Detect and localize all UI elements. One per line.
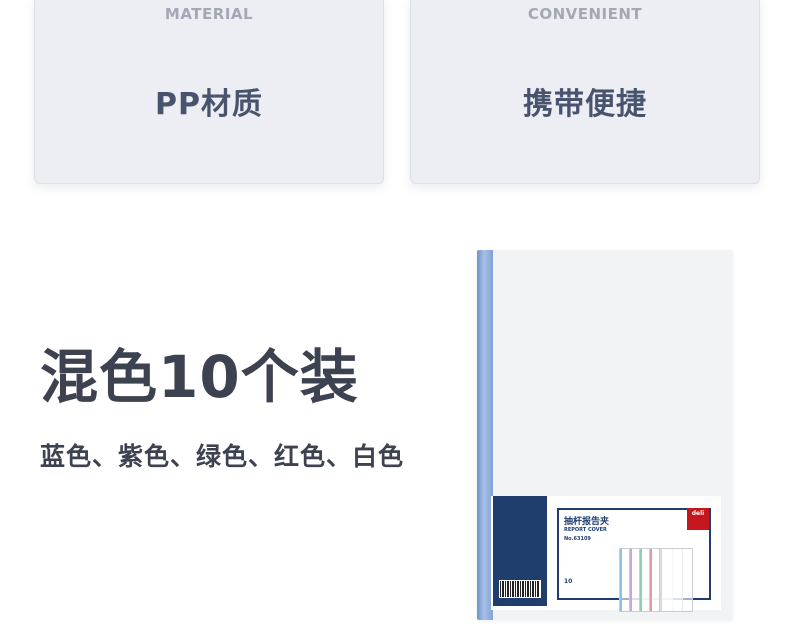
product-title-cn: 抽杆报告夹 [564, 517, 610, 527]
feature-card-label-en: CONVENIENT [527, 5, 643, 23]
product-quantity: 10 [564, 578, 573, 585]
package-info-panel [493, 496, 547, 606]
barcode-icon [499, 580, 541, 598]
feature-card-material: MATERIAL PP材质 [34, 0, 384, 184]
headline: 混色10个装 [40, 343, 359, 411]
feature-card-title: PP材质 [155, 87, 263, 122]
feature-card-title: 携带便捷 [523, 87, 647, 122]
mini-folder-white [659, 548, 693, 612]
deli-logo-icon: deli [687, 508, 709, 530]
feature-card-label-en: MATERIAL [164, 5, 254, 23]
feature-card-convenient: CONVENIENT 携带便捷 [410, 0, 760, 184]
brand-name: deli [691, 510, 705, 517]
product-title-en: REPORT COVER [564, 527, 607, 533]
product-image-report-cover: 抽杆报告夹 REPORT COVER No.63109 10 deli [477, 250, 733, 620]
color-options-text: 蓝色、紫色、绿色、红色、白色 [40, 442, 405, 471]
product-model-number: No.63109 [564, 536, 591, 542]
product-label-insert: 抽杆报告夹 REPORT COVER No.63109 10 deli [491, 496, 721, 612]
